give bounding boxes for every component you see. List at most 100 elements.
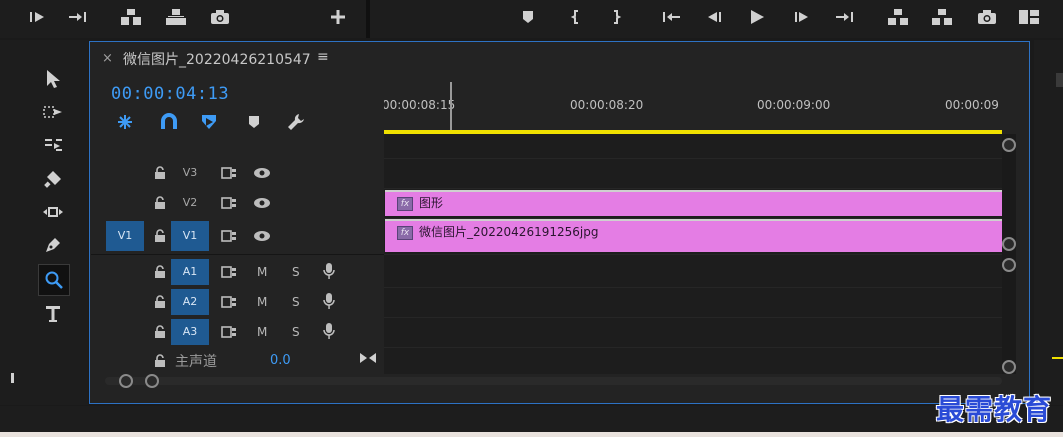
sequence-tab-title[interactable]: 微信图片_20220426210547 [123, 49, 311, 69]
master-track-lane [384, 347, 1002, 374]
horizontal-zoom-scrollbar[interactable] [105, 374, 1002, 388]
master-track-label: 主声道 [175, 354, 217, 370]
zoom-left-handle[interactable] [119, 374, 133, 388]
mark-out-icon[interactable] [603, 4, 629, 30]
track-lock-icon[interactable] [153, 196, 167, 210]
solo-track-button[interactable]: S [292, 265, 300, 279]
export-frame-right-icon[interactable] [974, 4, 1000, 30]
track-area[interactable]: fx 图形 fx 微信图片_20220426191256jpg [384, 134, 1002, 374]
vertical-scrollbar[interactable] [1002, 134, 1016, 374]
image-clip[interactable]: fx 微信图片_20220426191256jpg [385, 219, 1002, 252]
track-label-a3[interactable]: A3 [171, 319, 209, 345]
sync-lock-icon[interactable] [221, 166, 237, 180]
play-in-to-out-icon[interactable] [25, 4, 51, 30]
zoom-scrollbar-track[interactable] [105, 377, 1002, 385]
comparison-view-icon[interactable] [1016, 4, 1042, 30]
mark-in-icon[interactable] [563, 4, 589, 30]
video-scroll-top-handle[interactable] [1002, 138, 1016, 152]
add-marker-icon[interactable] [242, 111, 266, 133]
track-header-spacer [91, 134, 384, 159]
ruler-tick-label: 00:00:08:15 [384, 98, 456, 112]
voice-over-record-icon[interactable] [323, 322, 335, 340]
timeline-panel: × 微信图片_20220426210547 ≡ 00:00:04:13 00:0… [89, 41, 1030, 404]
razor-tool-icon[interactable] [38, 164, 68, 194]
type-tool-icon[interactable] [38, 299, 68, 329]
track-lock-icon[interactable] [153, 354, 167, 368]
audio-scroll-bottom-handle[interactable] [1002, 360, 1016, 374]
sync-lock-icon[interactable] [221, 229, 237, 243]
sync-lock-icon[interactable] [221, 196, 237, 210]
audio-scroll-top-handle[interactable] [1002, 258, 1016, 272]
play-icon[interactable] [744, 4, 770, 30]
track-label-v3[interactable]: V3 [171, 160, 209, 186]
export-frame-icon[interactable] [207, 4, 233, 30]
go-to-out-icon[interactable] [64, 4, 90, 30]
tab-close-button[interactable]: × [102, 51, 113, 66]
track-lock-icon[interactable] [153, 229, 167, 243]
master-track-header: 主声道 0.0 [91, 347, 384, 374]
tab-menu-button[interactable]: ≡ [317, 49, 329, 65]
voice-over-record-icon[interactable] [323, 292, 335, 310]
sync-lock-icon[interactable] [221, 265, 237, 279]
overwrite-icon[interactable] [163, 4, 189, 30]
step-forward-icon[interactable] [789, 4, 815, 30]
panel-resize-handle[interactable] [11, 373, 14, 383]
timeline-settings-wrench-icon[interactable] [284, 111, 308, 133]
lift-icon[interactable] [885, 4, 911, 30]
track-label-v1[interactable]: V1 [171, 221, 209, 251]
extract-icon[interactable] [929, 4, 955, 30]
sync-lock-icon[interactable] [221, 325, 237, 339]
ruler-tick-label: 00:00:08:20 [570, 98, 644, 112]
panel-scroll-stub[interactable] [1056, 73, 1063, 87]
time-ruler[interactable]: 00:00:08:15 00:00:08:20 00:00:09:00 00:0… [384, 78, 1002, 134]
solo-track-button[interactable]: S [292, 295, 300, 309]
go-to-in-icon[interactable] [659, 4, 685, 30]
ripple-edit-tool-icon[interactable] [38, 130, 68, 160]
linked-selection-icon[interactable] [198, 111, 222, 133]
step-back-icon[interactable] [701, 4, 727, 30]
mute-track-button[interactable]: M [257, 265, 267, 279]
zoom-right-handle[interactable] [145, 374, 159, 388]
marker-icon[interactable] [515, 4, 541, 30]
track-lock-icon[interactable] [153, 166, 167, 180]
go-to-next-edit-icon[interactable] [359, 351, 377, 365]
source-patch-v1[interactable]: V1 [106, 221, 144, 251]
pen-tool-icon[interactable] [38, 230, 68, 260]
track-header-a1: A1 M S [91, 257, 384, 288]
add-button-icon[interactable] [325, 4, 351, 30]
nest-sequence-icon[interactable] [113, 111, 137, 133]
track-lock-icon[interactable] [153, 325, 167, 339]
go-to-out-point-icon[interactable] [831, 4, 857, 30]
track-header-a3: A3 M S [91, 317, 384, 348]
track-label-a2[interactable]: A2 [171, 289, 209, 315]
master-volume-value[interactable]: 0.0 [270, 353, 291, 368]
solo-track-button[interactable]: S [292, 325, 300, 339]
track-lock-icon[interactable] [153, 295, 167, 309]
track-header-v3: V3 [91, 158, 384, 189]
track-label-v2[interactable]: V2 [171, 190, 209, 216]
insert-icon[interactable] [118, 4, 144, 30]
voice-over-record-icon[interactable] [323, 262, 335, 280]
audio-meter-indicator [1052, 357, 1063, 359]
adjacent-panel-edge [1034, 40, 1063, 405]
video-scroll-bottom-handle[interactable] [1002, 237, 1016, 251]
track-lock-icon[interactable] [153, 265, 167, 279]
track-lane-v2: fx 图形 [384, 188, 1002, 219]
graphic-clip[interactable]: fx 图形 [385, 190, 1002, 216]
playhead-line[interactable] [450, 82, 452, 132]
toggle-output-eye-icon[interactable] [253, 166, 271, 180]
mute-track-button[interactable]: M [257, 325, 267, 339]
sync-lock-icon[interactable] [221, 295, 237, 309]
selection-tool-icon[interactable] [38, 64, 68, 94]
mute-track-button[interactable]: M [257, 295, 267, 309]
snap-icon[interactable] [157, 111, 181, 133]
toggle-output-eye-icon[interactable] [253, 196, 271, 210]
ruler-tick-label: 00:00:09 [945, 98, 999, 112]
playhead-timecode[interactable]: 00:00:04:13 [111, 84, 229, 104]
zoom-tool-icon[interactable] [38, 264, 70, 296]
track-label-a1[interactable]: A1 [171, 259, 209, 285]
slip-tool-icon[interactable] [38, 197, 68, 227]
track-select-tool-icon[interactable] [38, 97, 68, 127]
track-header-v1: V1 V1 [91, 218, 384, 255]
toggle-output-eye-icon[interactable] [253, 229, 271, 243]
